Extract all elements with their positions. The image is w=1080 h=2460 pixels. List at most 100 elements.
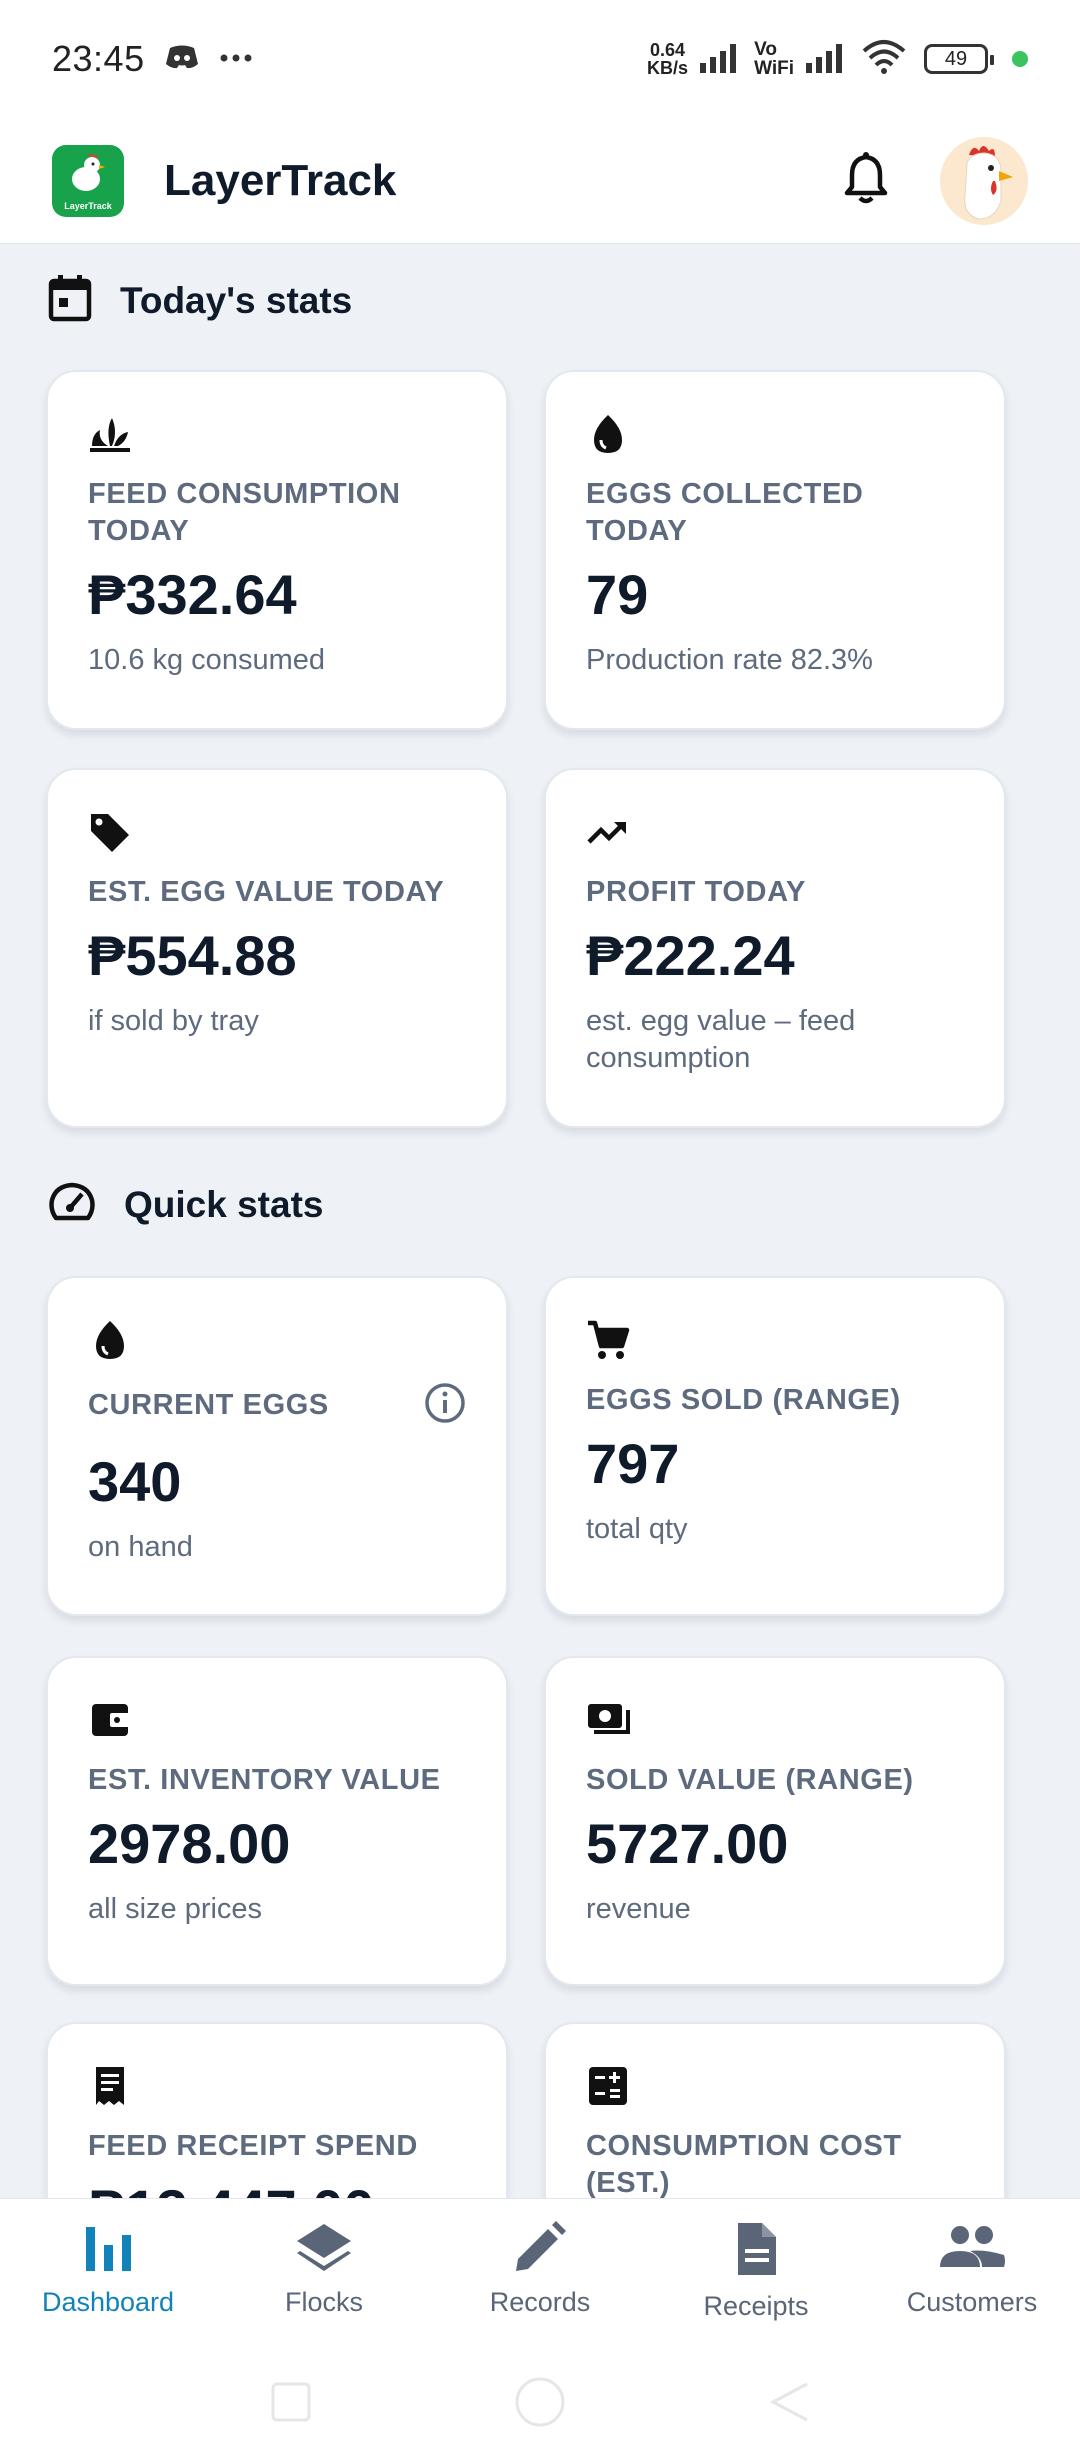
battery-icon: 49 <box>924 44 994 74</box>
nav-dashboard[interactable]: Dashboard <box>0 2199 216 2348</box>
nav-receipts[interactable]: Receipts <box>648 2199 864 2348</box>
app-bar: LayerTrack LayerTrack <box>0 118 1080 244</box>
card-subtext: all size prices <box>88 1893 263 1925</box>
chicken-logo-icon <box>72 153 105 191</box>
signal-icon <box>698 41 744 78</box>
current-eggs-card[interactable]: CURRENT EGGS 340 on hand <box>46 1276 508 1616</box>
tag-icon <box>91 814 129 852</box>
dashboard-content[interactable]: Today's stats FEED CONSUMPTION TODAY ₱33… <box>0 244 1080 2198</box>
feed-receipt-spend-card[interactable]: FEED RECEIPT SPEND ₱13,447.00 <box>46 2022 508 2198</box>
card-value: ₱222.24 <box>586 924 795 987</box>
consumption-cost-card[interactable]: CONSUMPTION COST (EST.) <box>544 2022 1006 2198</box>
recents-button[interactable] <box>269 2380 313 2429</box>
app-logo: LayerTrack <box>52 144 124 217</box>
cart-icon <box>588 1320 630 1359</box>
layers-icon <box>297 2224 351 2271</box>
cash-icon <box>588 1704 630 1734</box>
calculator-icon <box>589 2067 627 2105</box>
app-title: LayerTrack <box>164 155 397 205</box>
speedometer-icon <box>48 1180 96 1229</box>
status-bar: 23:45 0.64 KB/s Vo WiFi 49 <box>0 0 1080 118</box>
bar-chart-icon <box>86 2227 131 2271</box>
egg-icon <box>594 415 622 453</box>
eggs-sold-card[interactable]: EGGS SOLD (RANGE) 797 total qty <box>544 1276 1006 1616</box>
feed-consumption-card[interactable]: FEED CONSUMPTION TODAY ₱332.64 10.6 kg c… <box>46 370 508 730</box>
card-label: EST. EGG VALUE TODAY <box>88 876 445 908</box>
vowifi-bottom: WiFi <box>754 58 794 79</box>
battery-level: 49 <box>944 47 968 70</box>
card-subtext: 10.6 kg consumed <box>88 644 325 676</box>
inventory-value-card[interactable]: EST. INVENTORY VALUE 2978.00 all size pr… <box>46 1656 508 1986</box>
egg-icon <box>96 1321 124 1359</box>
signal-icon-2 <box>804 41 850 78</box>
info-icon[interactable] <box>424 1382 466 1429</box>
card-label: EGGS COLLECTED TODAY <box>586 478 864 547</box>
card-label: FEED RECEIPT SPEND <box>88 2130 418 2162</box>
card-label: PROFIT TODAY <box>586 876 806 908</box>
card-label: SOLD VALUE (RANGE) <box>586 1764 914 1796</box>
home-button[interactable] <box>513 2375 567 2434</box>
card-value: 340 <box>88 1450 182 1513</box>
todays-stats-header: Today's stats <box>48 274 352 327</box>
card-label: CURRENT EGGS <box>88 1389 329 1421</box>
card-subtext: total qty <box>586 1513 688 1545</box>
card-value: ₱332.64 <box>88 563 297 626</box>
card-value: ₱13,447.00 <box>88 2177 466 2198</box>
egg-value-card[interactable]: EST. EGG VALUE TODAY ₱554.88 if sold by … <box>46 768 508 1128</box>
privacy-indicator-dot <box>1012 51 1028 67</box>
card-value: ₱554.88 <box>88 924 297 987</box>
nav-records[interactable]: Records <box>432 2199 648 2348</box>
vowifi-top: Vo <box>754 39 777 60</box>
sprout-icon <box>90 418 130 452</box>
back-button[interactable] <box>767 2380 811 2429</box>
nav-label: Dashboard <box>41 2287 175 2317</box>
nav-label: Flocks <box>284 2287 363 2317</box>
wallet-icon <box>92 1704 130 1736</box>
nav-customers[interactable]: Customers <box>864 2199 1080 2348</box>
network-speed-unit: KB/s <box>647 58 689 78</box>
card-value: 5727.00 <box>586 1812 789 1875</box>
card-subtext: est. egg value – feed consumption <box>586 1005 856 1074</box>
network-speed: 0.64 KB/s <box>647 41 688 77</box>
calendar-icon <box>48 274 92 327</box>
card-subtext: revenue <box>586 1893 691 1925</box>
bell-icon[interactable] <box>842 151 890 210</box>
bottom-navigation: Dashboard Flocks Records Receipts Custom… <box>0 2198 1080 2348</box>
eggs-collected-card[interactable]: EGGS COLLECTED TODAY 79 Production rate … <box>544 370 1006 730</box>
card-subtext: Production rate 82.3% <box>586 644 873 676</box>
chicken-avatar-icon <box>964 145 1013 220</box>
phone-screen: 23:45 0.64 KB/s Vo WiFi 49 LayerTrack La… <box>0 0 1080 2460</box>
nav-flocks[interactable]: Flocks <box>216 2199 432 2348</box>
people-icon <box>940 2226 1005 2267</box>
card-label: EST. INVENTORY VALUE <box>88 1764 441 1796</box>
receipt-icon <box>96 2067 124 2105</box>
chicken-avatar[interactable] <box>940 136 1028 225</box>
sold-value-card[interactable]: SOLD VALUE (RANGE) 5727.00 revenue <box>544 1656 1006 1986</box>
discord-icon <box>165 44 199 75</box>
nav-label: Records <box>489 2287 591 2317</box>
nav-label: Customers <box>906 2287 1038 2317</box>
profit-today-card[interactable]: PROFIT TODAY ₱222.24 est. egg value – fe… <box>544 768 1006 1128</box>
card-subtext: if sold by tray <box>88 1005 259 1037</box>
card-subtext: on hand <box>88 1531 193 1563</box>
wifi-icon <box>860 39 908 80</box>
card-value: 79 <box>586 563 649 626</box>
card-label: FEED CONSUMPTION TODAY <box>88 478 401 547</box>
label-row: CURRENT EGGS <box>88 1382 466 1429</box>
card-value: 797 <box>586 1432 680 1495</box>
card-label: EGGS SOLD (RANGE) <box>586 1384 901 1416</box>
status-time: 23:45 <box>52 38 145 79</box>
pencil-icon <box>516 2221 566 2271</box>
nav-label: Receipts <box>703 2291 809 2321</box>
card-label: CONSUMPTION COST (EST.) <box>586 2130 902 2198</box>
vowifi-indicator: Vo WiFi <box>754 40 794 78</box>
logo-text: LayerTrack <box>64 200 112 211</box>
todays-stats-title: Today's stats <box>120 279 353 321</box>
card-value: 2978.00 <box>88 1812 291 1875</box>
more-dots-icon <box>219 50 253 68</box>
network-speed-value: 0.64 <box>650 40 686 60</box>
quick-stats-title: Quick stats <box>124 1183 324 1225</box>
system-navigation-bar <box>0 2348 1080 2460</box>
quick-stats-header: Quick stats <box>48 1180 323 1229</box>
trending-up-icon <box>587 822 626 844</box>
